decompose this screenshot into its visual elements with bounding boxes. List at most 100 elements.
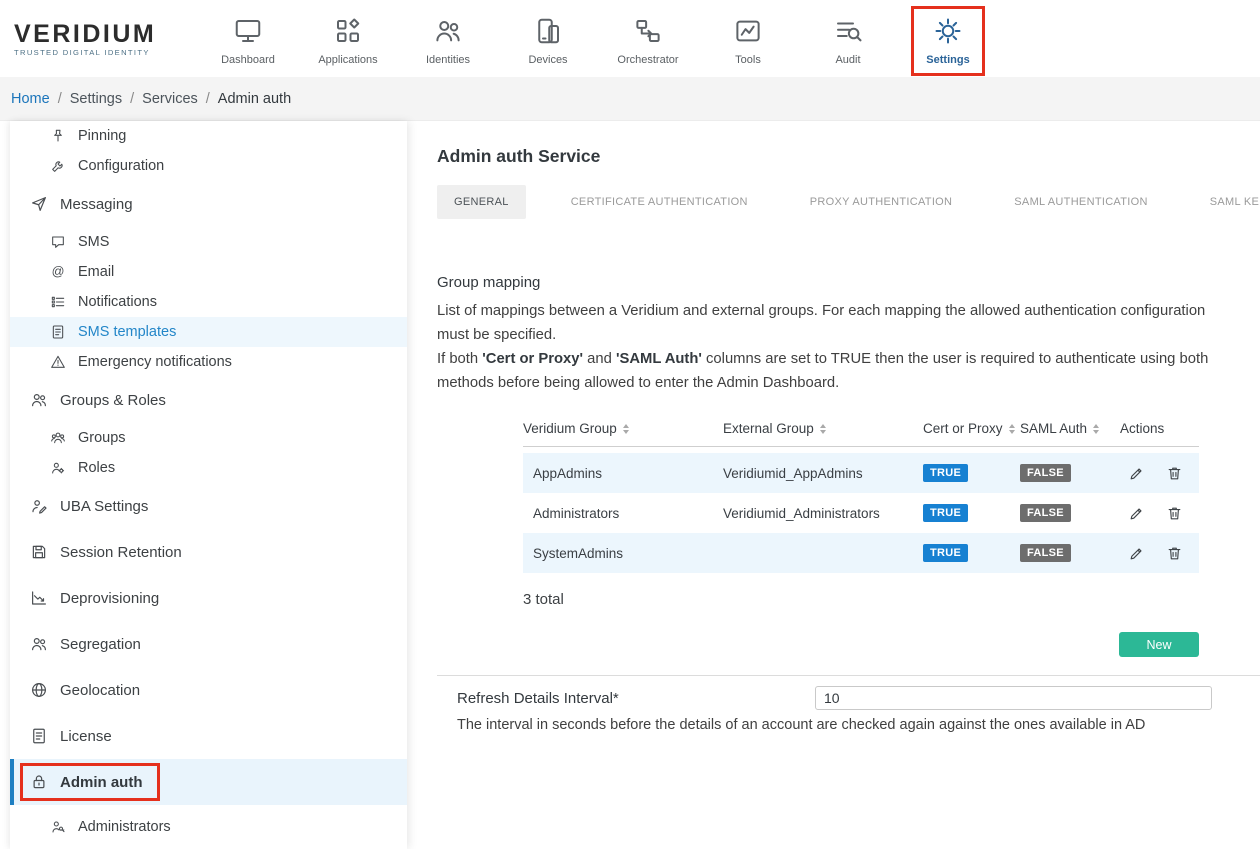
- sidebar-item-pinning[interactable]: Pinning: [10, 121, 407, 151]
- new-button[interactable]: New: [1119, 632, 1199, 657]
- column-header-cert-or-proxy[interactable]: Cert or Proxy: [923, 421, 1020, 436]
- cell-veridium-group: Administrators: [533, 506, 723, 521]
- sidebar-item-groups-roles[interactable]: Groups & Roles: [10, 377, 407, 423]
- nav-applications[interactable]: Applications: [298, 12, 398, 66]
- at-icon: [50, 264, 66, 280]
- cell-external-group: Veridiumid_Administrators: [723, 506, 923, 521]
- false-badge: FALSE: [1020, 544, 1071, 562]
- audit-icon: [833, 16, 863, 46]
- edit-button[interactable]: [1128, 545, 1145, 562]
- group-icon: [50, 430, 66, 446]
- identities-icon: [433, 16, 463, 46]
- sidebar-item-license[interactable]: License: [10, 713, 407, 759]
- true-badge: TRUE: [923, 544, 968, 562]
- sidebar-item-deprovisioning[interactable]: Deprovisioning: [10, 575, 407, 621]
- dashboard-icon: [233, 16, 263, 46]
- wrench-icon: [50, 158, 66, 174]
- document-icon: [50, 324, 66, 340]
- sidebar-item-uba-settings[interactable]: UBA Settings: [10, 483, 407, 529]
- breadcrumb-settings[interactable]: Settings: [70, 91, 122, 107]
- sidebar-item-messaging[interactable]: Messaging: [10, 181, 407, 227]
- sidebar-item-administrators[interactable]: Administrators: [10, 805, 407, 849]
- false-badge: FALSE: [1020, 464, 1071, 482]
- sidebar-item-emergency-notifications[interactable]: Emergency notifications: [10, 347, 407, 377]
- tools-icon: [733, 16, 763, 46]
- cell-cert-or-proxy: TRUE: [923, 504, 1020, 522]
- sidebar-item-roles[interactable]: Roles: [10, 453, 407, 483]
- sidebar-item-groups[interactable]: Groups: [10, 423, 407, 453]
- sort-icon[interactable]: [623, 424, 629, 434]
- cell-veridium-group: AppAdmins: [533, 466, 723, 481]
- top-navigation: VERIDIUM TRUSTED DIGITAL IDENTITY Dashbo…: [0, 0, 1260, 77]
- column-header-veridium-group[interactable]: Veridium Group: [523, 421, 723, 436]
- nav-label: Devices: [528, 54, 567, 66]
- nav-settings[interactable]: Settings: [898, 12, 998, 66]
- sidebar-item-segregation[interactable]: Segregation: [10, 621, 407, 667]
- cell-external-group: Veridiumid_AppAdmins: [723, 466, 923, 481]
- breadcrumb-home[interactable]: Home: [11, 91, 50, 107]
- main-menu: Dashboard Applications Identities Device…: [198, 12, 998, 66]
- nav-orchestrator[interactable]: Orchestrator: [598, 12, 698, 66]
- table-row: SystemAdmins TRUE FALSE: [523, 533, 1199, 573]
- tab-saml-authentication[interactable]: SAML AUTHENTICATION: [997, 185, 1164, 219]
- edit-button[interactable]: [1128, 465, 1145, 482]
- delete-button[interactable]: [1166, 465, 1183, 482]
- devices-icon: [533, 16, 563, 46]
- table-row: AppAdmins Veridiumid_AppAdmins TRUE FALS…: [523, 453, 1199, 493]
- tab-certificate-authentication[interactable]: CERTIFICATE AUTHENTICATION: [554, 185, 765, 219]
- nav-devices[interactable]: Devices: [498, 12, 598, 66]
- delete-button[interactable]: [1166, 505, 1183, 522]
- sidebar-item-configuration[interactable]: Configuration: [10, 151, 407, 181]
- nav-dashboard[interactable]: Dashboard: [198, 12, 298, 66]
- tab-general[interactable]: GENERAL: [437, 185, 526, 219]
- refresh-interval-input[interactable]: [815, 686, 1212, 710]
- page-title: Admin auth Service: [437, 146, 1260, 167]
- sidebar-item-geolocation[interactable]: Geolocation: [10, 667, 407, 713]
- sidebar-item-email[interactable]: Email: [10, 257, 407, 287]
- sort-icon[interactable]: [1093, 424, 1099, 434]
- tab-proxy-authentication[interactable]: PROXY AUTHENTICATION: [793, 185, 970, 219]
- send-icon: [30, 195, 48, 213]
- people-icon: [30, 635, 48, 653]
- uba-icon: [30, 497, 48, 515]
- edit-button[interactable]: [1128, 505, 1145, 522]
- nav-label: Settings: [926, 54, 969, 66]
- breadcrumb-separator: /: [206, 91, 210, 107]
- globe-icon: [30, 681, 48, 699]
- sort-icon[interactable]: [820, 424, 826, 434]
- roles-icon: [50, 460, 66, 476]
- sidebar-item-session-retention[interactable]: Session Retention: [10, 529, 407, 575]
- table-header: Veridium Group External Group Cert or Pr…: [523, 411, 1199, 447]
- nav-audit[interactable]: Audit: [798, 12, 898, 66]
- cell-actions: [1120, 545, 1199, 562]
- column-header-saml-auth[interactable]: SAML Auth: [1020, 421, 1120, 436]
- cell-saml-auth: FALSE: [1020, 504, 1120, 522]
- cell-veridium-group: SystemAdmins: [533, 546, 723, 561]
- false-badge: FALSE: [1020, 504, 1071, 522]
- chart-down-icon: [30, 589, 48, 607]
- veridium-logo[interactable]: VERIDIUM TRUSTED DIGITAL IDENTITY: [14, 21, 172, 57]
- tab-saml-ke[interactable]: SAML KE: [1193, 185, 1260, 219]
- nav-tools[interactable]: Tools: [698, 12, 798, 66]
- nav-identities[interactable]: Identities: [398, 12, 498, 66]
- sidebar-item-sms[interactable]: SMS: [10, 227, 407, 257]
- delete-button[interactable]: [1166, 545, 1183, 562]
- nav-label: Dashboard: [221, 54, 275, 66]
- section-divider: [437, 675, 1260, 676]
- true-badge: TRUE: [923, 504, 968, 522]
- sort-icon[interactable]: [1009, 424, 1015, 434]
- cell-saml-auth: FALSE: [1020, 544, 1120, 562]
- license-icon: [30, 727, 48, 745]
- refresh-interval-description: The interval in seconds before the detai…: [457, 717, 1260, 733]
- group-mapping-description: List of mappings between a Veridium and …: [437, 299, 1209, 347]
- breadcrumb-services[interactable]: Services: [142, 91, 198, 107]
- breadcrumb: Home / Settings / Services / Admin auth: [0, 77, 1260, 121]
- tab-bar: GENERAL CERTIFICATE AUTHENTICATION PROXY…: [437, 185, 1260, 219]
- column-header-external-group[interactable]: External Group: [723, 421, 923, 436]
- nav-label: Applications: [318, 54, 377, 66]
- sidebar-item-sms-templates[interactable]: SMS templates: [10, 317, 407, 347]
- sidebar-item-admin-auth[interactable]: Admin auth: [10, 759, 407, 805]
- sidebar-item-notifications[interactable]: Notifications: [10, 287, 407, 317]
- nav-label: Audit: [835, 54, 860, 66]
- logo-tagline: TRUSTED DIGITAL IDENTITY: [14, 48, 172, 57]
